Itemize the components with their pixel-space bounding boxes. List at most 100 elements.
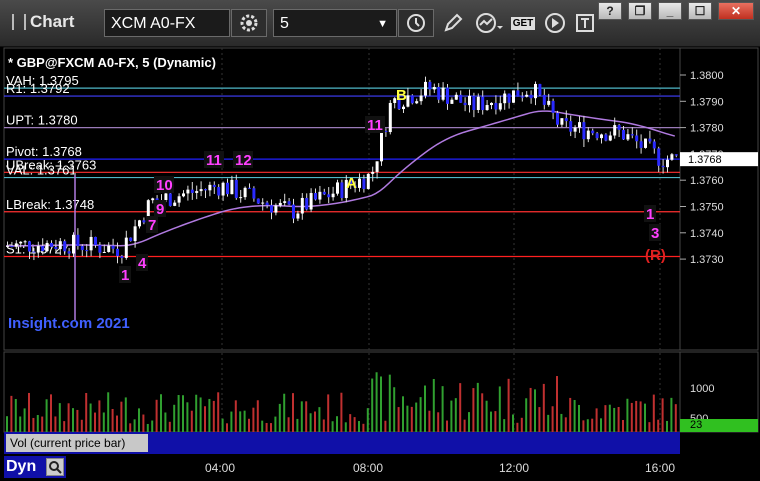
volume-bar bbox=[560, 413, 563, 432]
volume-bar bbox=[437, 412, 440, 432]
candle-body bbox=[463, 102, 467, 106]
volume-bar bbox=[212, 400, 215, 432]
candle-body bbox=[639, 141, 643, 148]
price-chart[interactable]: VAH: 1.3795R1: 1.3792UPT: 1.3780Pivot: 1… bbox=[0, 0, 760, 481]
volume-bar bbox=[14, 398, 17, 432]
candle-body bbox=[327, 194, 331, 198]
level-label: VAL: 1.3761 bbox=[6, 163, 77, 178]
volume-bar bbox=[164, 412, 167, 432]
signal-marker: 1 bbox=[646, 206, 654, 223]
candle-body bbox=[388, 102, 392, 133]
volume-bar bbox=[226, 423, 228, 432]
volume-bar bbox=[314, 411, 316, 432]
candle-body bbox=[239, 197, 243, 199]
volume-bar bbox=[177, 395, 180, 432]
candle-body bbox=[542, 94, 546, 105]
candle-body bbox=[666, 159, 669, 168]
volume-bar bbox=[564, 417, 567, 432]
candle-body bbox=[151, 198, 155, 201]
candle-body bbox=[36, 246, 40, 253]
volume-bar bbox=[472, 388, 475, 432]
candle-body bbox=[380, 130, 383, 162]
candle-body bbox=[98, 245, 102, 253]
candle-body bbox=[300, 197, 304, 214]
volume-bar bbox=[529, 387, 532, 432]
volume-bar bbox=[322, 419, 325, 432]
volume-bar bbox=[138, 408, 140, 432]
volume-bar bbox=[617, 407, 620, 432]
volume-bar bbox=[586, 419, 589, 432]
candle-body bbox=[608, 135, 612, 141]
candle-body bbox=[419, 95, 423, 102]
candle-body bbox=[670, 154, 674, 160]
volume-bar bbox=[274, 416, 277, 432]
candle-body bbox=[485, 105, 489, 111]
volume-bar bbox=[50, 394, 52, 432]
volume-bar bbox=[309, 413, 312, 432]
volume-bar bbox=[217, 392, 220, 432]
volume-bar bbox=[547, 414, 550, 432]
candle-body bbox=[476, 96, 480, 111]
candle-body bbox=[124, 237, 128, 258]
volume-bar bbox=[261, 420, 264, 432]
volume-bar bbox=[366, 408, 369, 432]
volume-bar bbox=[622, 420, 624, 432]
candle-body bbox=[274, 205, 278, 213]
volume-label[interactable]: Vol (current price bar) bbox=[6, 434, 148, 452]
volume-bar bbox=[410, 406, 413, 432]
volume-bar bbox=[358, 421, 360, 432]
volume-bar bbox=[151, 420, 154, 432]
volume-bar bbox=[428, 410, 431, 432]
volume-bar bbox=[573, 399, 576, 432]
volume-bar bbox=[512, 414, 514, 432]
candle-body bbox=[107, 245, 111, 252]
candle-body bbox=[569, 121, 573, 132]
candle-body bbox=[516, 90, 520, 97]
volume-bar bbox=[120, 401, 123, 432]
price-tick-label: 1.3790 bbox=[690, 96, 724, 108]
candle-body bbox=[14, 243, 18, 247]
signal-marker: B bbox=[396, 87, 407, 104]
volume-bar bbox=[129, 423, 132, 432]
volume-bar bbox=[283, 393, 286, 432]
level-label: UPT: 1.3780 bbox=[6, 113, 78, 128]
volume-bar bbox=[63, 421, 66, 432]
candle-body bbox=[182, 193, 185, 197]
signal-marker: 3 bbox=[651, 225, 659, 242]
candle-body bbox=[424, 81, 427, 96]
volume-bar bbox=[296, 418, 299, 432]
volume-bar bbox=[507, 378, 510, 432]
volume-bar bbox=[234, 400, 237, 432]
time-tick: 08:00 bbox=[353, 461, 384, 475]
candle-body bbox=[595, 133, 599, 139]
candle-body bbox=[67, 251, 71, 254]
candle-body bbox=[190, 189, 194, 193]
volume-bar bbox=[494, 411, 497, 432]
watermark: Insight.com 2021 bbox=[8, 315, 130, 332]
volume-bar bbox=[481, 393, 484, 432]
candle-body bbox=[556, 112, 559, 125]
volume-bar bbox=[305, 401, 308, 432]
volume-bar bbox=[32, 417, 35, 432]
volume-bar bbox=[463, 419, 466, 432]
price-tick-label: 1.3750 bbox=[690, 202, 724, 214]
candle-body bbox=[459, 94, 463, 103]
volume-bar bbox=[630, 402, 633, 432]
candle-body bbox=[410, 95, 414, 104]
volume-bar bbox=[270, 423, 272, 432]
candle-body bbox=[76, 234, 80, 247]
candle-body bbox=[252, 188, 256, 199]
volume-bar bbox=[111, 408, 114, 432]
candle-body bbox=[635, 135, 639, 142]
volume-bar bbox=[292, 393, 294, 432]
volume-bar bbox=[490, 411, 492, 432]
signal-marker: 7 bbox=[148, 217, 156, 234]
candle-body bbox=[648, 138, 652, 142]
candle-body bbox=[28, 241, 31, 252]
zoom-button[interactable] bbox=[46, 458, 64, 476]
volume-bar bbox=[124, 397, 127, 432]
time-tick: 16:00 bbox=[645, 461, 676, 475]
volume-bar bbox=[340, 392, 343, 432]
price-tick-label: 1.3760 bbox=[690, 175, 724, 187]
candle-body bbox=[366, 173, 370, 189]
